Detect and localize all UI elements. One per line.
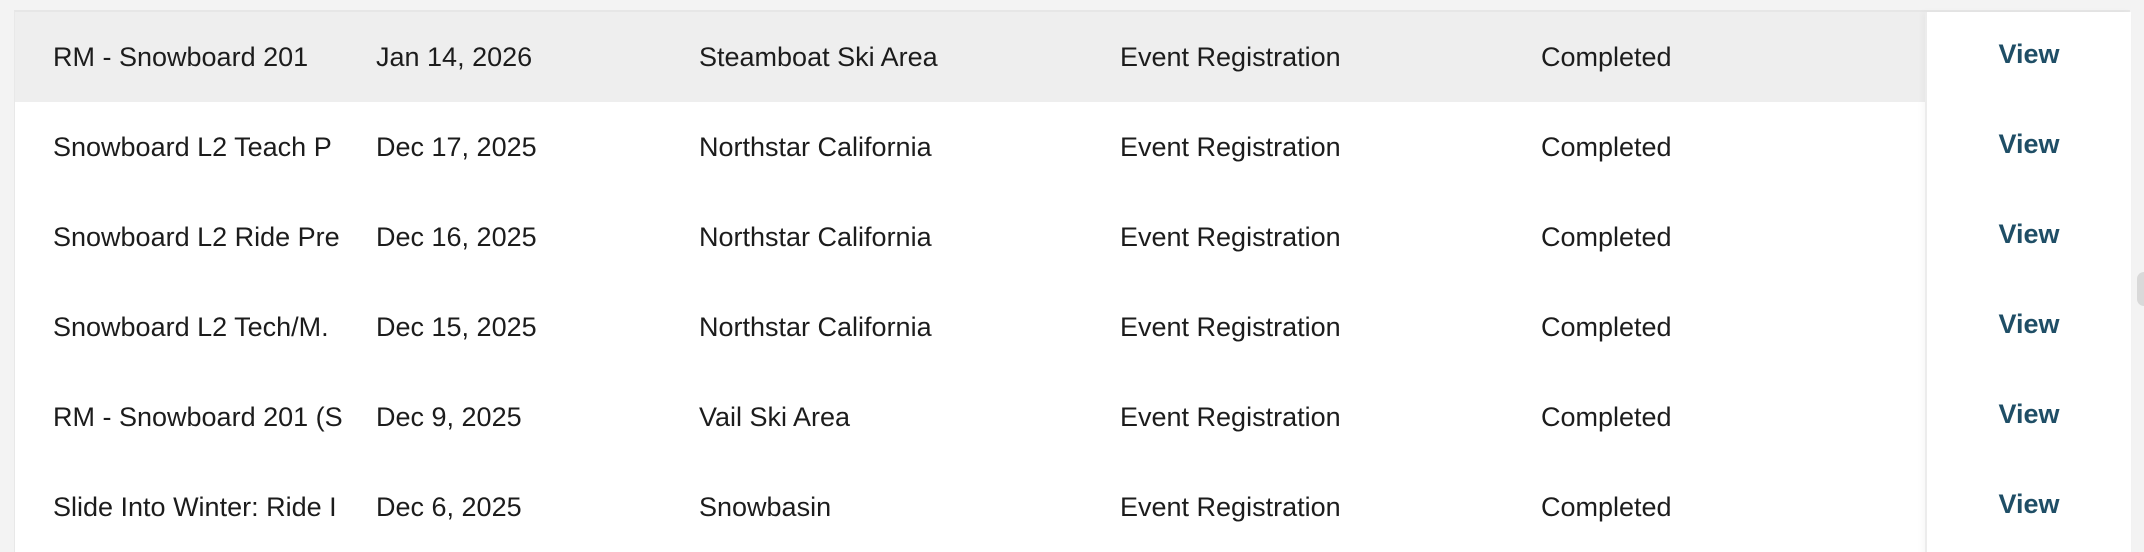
event-location-cell: Steamboat Ski Area — [699, 42, 938, 72]
event-location-cell: Northstar California — [699, 312, 932, 342]
view-button[interactable]: View — [1998, 39, 2059, 69]
event-name-cell: Snowboard L2 Teach P — [53, 132, 332, 162]
action-cell: View — [1927, 462, 2131, 552]
event-date-cell: Dec 6, 2025 — [376, 492, 522, 522]
event-status-cell: Completed — [1541, 132, 1672, 162]
action-cell: View — [1927, 12, 2131, 102]
action-cell: View — [1927, 372, 2131, 462]
event-status-cell: Completed — [1541, 492, 1672, 522]
event-status-cell: Completed — [1541, 312, 1672, 342]
action-cell: View — [1927, 102, 2131, 192]
event-date-cell: Jan 14, 2026 — [376, 42, 533, 72]
event-status-cell: Completed — [1541, 402, 1672, 432]
event-date-cell: Dec 9, 2025 — [376, 402, 522, 432]
event-type-cell: Event Registration — [1120, 402, 1341, 432]
event-location-cell: Snowbasin — [699, 492, 832, 522]
table-row[interactable]: Slide Into Winter: Ride I Dec 6, 2025 Sn… — [15, 462, 2131, 552]
event-type-cell: Event Registration — [1120, 312, 1341, 342]
page: RM - Snowboard 201 Jan 14, 2026 Steamboa… — [0, 0, 2144, 552]
event-date-cell: Dec 16, 2025 — [376, 222, 537, 252]
action-cell: View — [1927, 282, 2131, 372]
event-location-cell: Vail Ski Area — [699, 402, 851, 432]
view-button[interactable]: View — [1998, 399, 2059, 429]
view-button[interactable]: View — [1998, 309, 2059, 339]
event-location-cell: Northstar California — [699, 132, 932, 162]
event-status-cell: Completed — [1541, 42, 1672, 72]
event-location-cell: Northstar California — [699, 222, 932, 252]
table-row[interactable]: Snowboard L2 Tech/M. Dec 15, 2025 Norths… — [15, 282, 2131, 372]
view-button[interactable]: View — [1998, 129, 2059, 159]
event-status-cell: Completed — [1541, 222, 1672, 252]
view-button[interactable]: View — [1998, 219, 2059, 249]
event-name-cell: Snowboard L2 Tech/M. — [53, 312, 329, 342]
event-name-cell: Snowboard L2 Ride Pre — [53, 222, 340, 252]
view-button[interactable]: View — [1998, 489, 2059, 519]
event-type-cell: Event Registration — [1120, 132, 1341, 162]
event-type-cell: Event Registration — [1120, 42, 1341, 72]
table-row[interactable]: Snowboard L2 Ride Pre Dec 16, 2025 North… — [15, 192, 2131, 282]
table-row[interactable]: RM - Snowboard 201 (S Dec 9, 2025 Vail S… — [15, 372, 2131, 462]
table-row[interactable]: RM - Snowboard 201 Jan 14, 2026 Steamboa… — [15, 12, 2131, 102]
sticky-action-column: View View View View View View — [1925, 12, 2131, 552]
scroll-handle[interactable] — [2137, 272, 2144, 306]
event-name-cell: RM - Snowboard 201 — [53, 42, 309, 72]
event-type-cell: Event Registration — [1120, 222, 1341, 252]
event-date-cell: Dec 17, 2025 — [376, 132, 537, 162]
event-name-cell: Slide Into Winter: Ride I — [53, 492, 337, 522]
event-type-cell: Event Registration — [1120, 492, 1341, 522]
event-date-cell: Dec 15, 2025 — [376, 312, 537, 342]
event-name-cell: RM - Snowboard 201 (S — [53, 402, 343, 432]
table-row[interactable]: Snowboard L2 Teach P Dec 17, 2025 Norths… — [15, 102, 2131, 192]
registrations-table: RM - Snowboard 201 Jan 14, 2026 Steamboa… — [14, 10, 2131, 552]
action-cell: View — [1927, 192, 2131, 282]
